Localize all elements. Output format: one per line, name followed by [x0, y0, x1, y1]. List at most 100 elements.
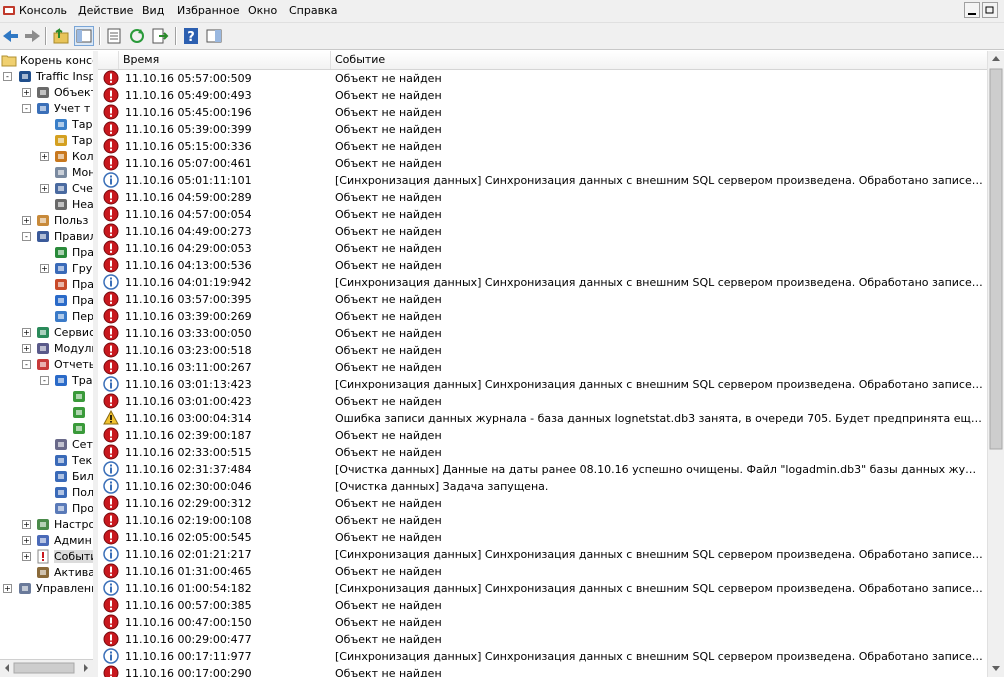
- event-row[interactable]: 11.10.16 02:33:00:515 Объект не найден: [98, 444, 988, 461]
- event-row[interactable]: 11.10.16 05:01:11:101 [Синхронизация данн…: [98, 172, 988, 189]
- collapse-icon[interactable]: -: [3, 72, 12, 81]
- event-row[interactable]: 11.10.16 03:57:00:395 Объект не найден: [98, 291, 988, 308]
- menu-favorites[interactable]: Избранное: [177, 4, 239, 17]
- tree-item-label: Неа: [72, 198, 94, 211]
- event-row[interactable]: 11.10.16 05:15:00:336 Объект не найден: [98, 138, 988, 155]
- event-row[interactable]: 11.10.16 02:01:21:217 [Синхронизация данн…: [98, 546, 988, 563]
- console-app-icon[interactable]: [2, 3, 16, 17]
- event-row[interactable]: 11.10.16 05:45:00:196 Объект не найден: [98, 104, 988, 121]
- collapse-icon[interactable]: -: [22, 232, 31, 241]
- event-row[interactable]: 11.10.16 04:49:00:273 Объект не найден: [98, 223, 988, 240]
- tree-item-label: Пра: [72, 246, 94, 259]
- event-row[interactable]: 11.10.16 03:01:00:423 Объект не найден: [98, 393, 988, 410]
- event-row[interactable]: 11.10.16 03:00:04:314 Ошибка записи данны…: [98, 409, 988, 427]
- event-row[interactable]: 11.10.16 02:19:00:108 Объект не найден: [98, 512, 988, 529]
- show-hide-tree-button[interactable]: [74, 26, 94, 46]
- event-row[interactable]: 11.10.16 02:30:00:046 [Очистка данных] За…: [98, 478, 988, 495]
- event-row[interactable]: 11.10.16 03:23:00:518 Объект не найден: [98, 342, 988, 359]
- collapse-icon[interactable]: -: [40, 376, 49, 385]
- event-message: Объект не найден: [335, 242, 442, 255]
- event-row[interactable]: 11.10.16 05:07:00:461 Объект не найден: [98, 155, 988, 172]
- event-row[interactable]: 11.10.16 03:33:00:050 Объект не найден: [98, 325, 988, 342]
- event-row[interactable]: 11.10.16 00:29:00:477 Объект не найден: [98, 631, 988, 648]
- info-icon: [103, 376, 119, 392]
- event-time: 11.10.16 00:17:11:977: [125, 650, 252, 663]
- expand-icon[interactable]: +: [22, 536, 31, 545]
- expand-icon[interactable]: +: [22, 88, 31, 97]
- event-row[interactable]: 11.10.16 02:29:00:312 Объект не найден: [98, 495, 988, 512]
- expand-icon[interactable]: +: [22, 552, 31, 561]
- expand-icon[interactable]: +: [40, 264, 49, 273]
- expand-icon[interactable]: +: [22, 344, 31, 353]
- event-message: [Синхронизация данных] Синхронизация дан…: [335, 276, 983, 289]
- event-row[interactable]: 11.10.16 00:17:00:290 Объект не найден: [98, 665, 988, 677]
- modules-icon: [37, 343, 49, 354]
- event-row[interactable]: 11.10.16 05:49:00:493 Объект не найден: [98, 87, 988, 104]
- column-header-icon[interactable]: [98, 51, 119, 69]
- event-time: 11.10.16 03:23:00:518: [125, 344, 252, 357]
- event-row[interactable]: 11.10.16 02:05:00:545 Объект не найден: [98, 529, 988, 546]
- expand-icon[interactable]: +: [3, 584, 12, 593]
- expand-icon[interactable]: +: [40, 184, 49, 193]
- collapse-icon[interactable]: -: [22, 104, 31, 113]
- menu-action[interactable]: Действие: [78, 4, 133, 17]
- expand-icon[interactable]: +: [22, 328, 31, 337]
- error-icon: [103, 529, 119, 545]
- show-action-pane-button[interactable]: [204, 26, 224, 46]
- error-icon: [103, 70, 119, 86]
- menu-help[interactable]: Справка: [289, 4, 337, 17]
- proxy-icon: [55, 503, 67, 514]
- event-row[interactable]: 11.10.16 04:13:00:536 Объект не найден: [98, 257, 988, 274]
- tariff-icon: [55, 119, 67, 130]
- export-list-button[interactable]: [150, 26, 170, 46]
- restore-button[interactable]: [982, 2, 998, 18]
- event-row[interactable]: 11.10.16 02:39:00:187 Объект не найден: [98, 427, 988, 444]
- list-vertical-scrollbar[interactable]: [987, 51, 1004, 677]
- menu-bar: Консоль Действие Вид Избранное Окно Спра…: [0, 0, 1004, 23]
- event-row[interactable]: 11.10.16 01:31:00:465 Объект не найден: [98, 563, 988, 580]
- event-row[interactable]: 11.10.16 03:39:00:269 Объект не найден: [98, 308, 988, 325]
- back-button[interactable]: [1, 26, 21, 46]
- event-row[interactable]: 11.10.16 01:00:54:182 [Синхронизация данн…: [98, 580, 988, 597]
- event-row[interactable]: 11.10.16 03:11:00:267 Объект не найден: [98, 359, 988, 376]
- event-row[interactable]: 11.10.16 02:31:37:484 [Очистка данных] Да…: [98, 461, 988, 478]
- properties-button[interactable]: [104, 26, 124, 46]
- tree-item-label: Сче: [72, 182, 93, 195]
- menu-window[interactable]: Окно: [248, 4, 277, 17]
- refresh-button[interactable]: [127, 26, 147, 46]
- event-row[interactable]: 11.10.16 00:17:11:977 [Синхронизация данн…: [98, 648, 988, 665]
- column-header-time[interactable]: Время: [119, 51, 331, 69]
- event-row[interactable]: 11.10.16 04:57:00:054 Объект не найден: [98, 206, 988, 223]
- event-message: Объект не найден: [335, 633, 442, 646]
- expand-icon[interactable]: +: [22, 520, 31, 529]
- inactive-icon: [55, 199, 67, 210]
- minimize-button[interactable]: [964, 2, 980, 18]
- help-button[interactable]: ?: [181, 26, 201, 46]
- report-item-icon: [73, 423, 85, 434]
- event-time: 11.10.16 02:19:00:108: [125, 514, 252, 527]
- event-time: 11.10.16 02:30:00:046: [125, 480, 252, 493]
- column-header-event[interactable]: Событие: [331, 51, 988, 69]
- tree-item-label: Кол: [72, 150, 94, 163]
- tree-horizontal-scrollbar[interactable]: [0, 659, 93, 677]
- event-row[interactable]: 11.10.16 03:01:13:423 [Синхронизация данн…: [98, 376, 988, 393]
- expand-icon[interactable]: +: [40, 152, 49, 161]
- menu-view[interactable]: Вид: [142, 4, 164, 17]
- users-icon: [37, 215, 49, 226]
- event-row[interactable]: 11.10.16 00:47:00:150 Объект не найден: [98, 614, 988, 631]
- collapse-icon[interactable]: -: [22, 360, 31, 369]
- tariff-coins-icon: [55, 135, 67, 146]
- forward-button[interactable]: [22, 26, 42, 46]
- error-icon: [103, 427, 119, 443]
- event-row[interactable]: 11.10.16 04:01:19:942 [Синхронизация данн…: [98, 274, 988, 291]
- event-row[interactable]: 11.10.16 05:57:00:509 Объект не найден: [98, 70, 988, 87]
- tree-item-label: Мон: [72, 166, 94, 179]
- event-row[interactable]: 11.10.16 04:29:00:053 Объект не найден: [98, 240, 988, 257]
- event-row[interactable]: 11.10.16 04:59:00:289 Объект не найден: [98, 189, 988, 206]
- event-message: Объект не найден: [335, 106, 442, 119]
- up-one-level-button[interactable]: [51, 26, 71, 46]
- expand-icon[interactable]: +: [22, 216, 31, 225]
- event-row[interactable]: 11.10.16 05:39:00:399 Объект не найден: [98, 121, 988, 138]
- menu-console[interactable]: Консоль: [19, 4, 67, 17]
- event-row[interactable]: 11.10.16 00:57:00:385 Объект не найден: [98, 597, 988, 614]
